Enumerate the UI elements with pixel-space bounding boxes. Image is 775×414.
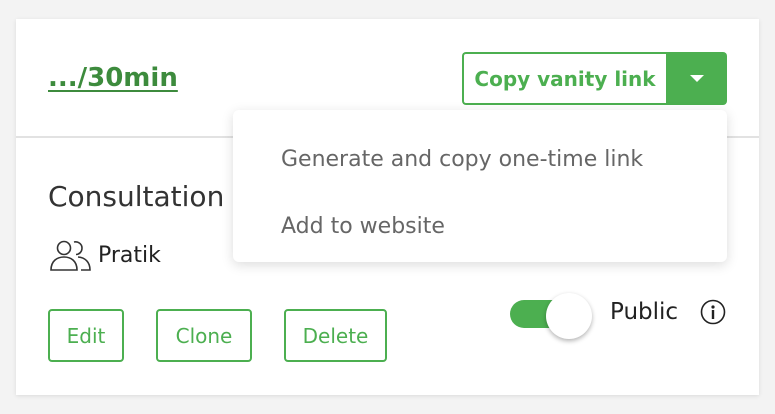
delete-button[interactable]: Delete	[284, 309, 387, 362]
copy-link-split-button: Copy vanity link	[462, 52, 727, 105]
toggle-knob	[546, 293, 592, 339]
caret-down-icon	[689, 75, 704, 82]
info-icon[interactable]	[700, 299, 726, 325]
event-title: Consultation	[48, 180, 225, 213]
vanity-link[interactable]: .../30min	[48, 63, 178, 93]
owner-name: Pratik	[98, 242, 161, 268]
event-owner: Pratik	[48, 237, 161, 273]
clone-button[interactable]: Clone	[156, 309, 252, 362]
copy-options-dropdown: Generate and copy one-time link Add to w…	[233, 110, 727, 262]
public-toggle[interactable]	[510, 293, 594, 339]
users-icon	[50, 240, 91, 271]
generate-one-time-link-item[interactable]: Generate and copy one-time link	[233, 126, 727, 192]
copy-options-dropdown-toggle[interactable]	[666, 52, 727, 105]
copy-vanity-link-button[interactable]: Copy vanity link	[462, 52, 666, 105]
add-to-website-item[interactable]: Add to website	[233, 193, 727, 259]
public-label: Public	[610, 299, 679, 325]
edit-button[interactable]: Edit	[48, 309, 124, 362]
